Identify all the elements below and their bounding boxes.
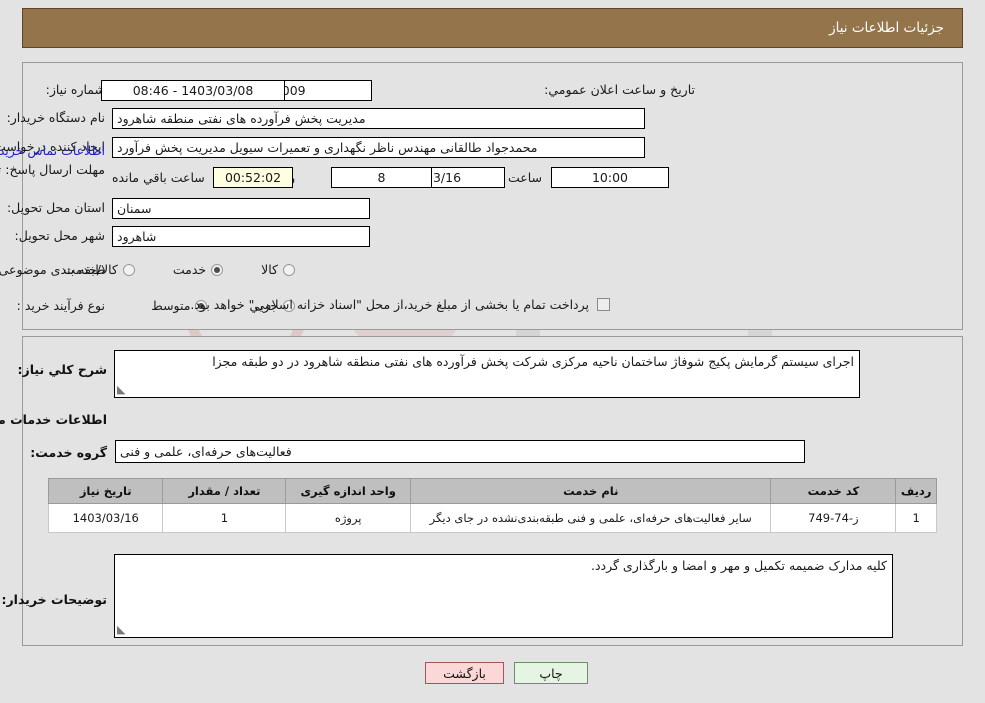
cell-date: 1403/03/16 [47, 503, 164, 533]
city-value: شاهرود [112, 226, 370, 247]
buyer-notes-value: کلیه مدارک ضمیمه تکمیل و مهر و امضا و با… [590, 558, 887, 573]
col-name: نام خدمت [410, 478, 772, 504]
process-row: نوع فرآیند خرید : [17, 298, 105, 313]
buyer-org-label: نام دستگاه خریدار: [6, 110, 105, 125]
province-value: سمنان [112, 198, 370, 219]
col-qty: تعداد / مقدار [162, 478, 287, 504]
description-value: اجرای سیستم گرمایش پکیج شوفاژ ساختمان نا… [212, 354, 854, 369]
province-label: استان محل تحویل: [6, 200, 105, 215]
buyer-notes-textarea[interactable]: کلیه مدارک ضمیمه تکمیل و مهر و امضا و با… [114, 554, 893, 638]
cell-radif: 1 [895, 503, 937, 533]
need-info-panel [22, 62, 963, 330]
col-unit: واحد اندازه گیری [285, 478, 412, 504]
treasury-checkbox-label: پرداخت تمام یا بخشی از مبلغ خرید،از محل … [190, 297, 589, 312]
col-code: کد خدمت [770, 478, 897, 504]
public-announce-label: تاریخ و ساعت اعلان عمومي: [544, 82, 695, 97]
buyer-org-value: مدیریت پخش فرآورده های نفتی منطقه شاهرود [112, 108, 645, 129]
treasury-checkbox[interactable] [597, 298, 610, 311]
col-radif: ردیف [895, 478, 937, 504]
deadline-hour-label: ساعت [507, 170, 542, 185]
description-textarea[interactable]: اجرای سیستم گرمایش پکیج شوفاژ ساختمان نا… [114, 350, 860, 398]
public-announce-row: تاریخ و ساعت اعلان عمومي: [544, 82, 695, 97]
process-option-label-1: متوسط [151, 298, 191, 313]
page-title: جزئیات اطلاعات نیاز [829, 20, 944, 36]
remaining-suffix-label: ساعت باقي مانده [112, 170, 205, 185]
public-announce-value: 1403/03/08 - 08:46 [101, 80, 285, 101]
services-table: ردیف کد خدمت نام خدمت واحد اندازه گیری ت… [47, 478, 937, 533]
remaining-days-value: 8 [331, 167, 432, 188]
services-section-heading: اطلاعات خدمات مورد نیاز [0, 412, 107, 427]
cell-name: سایر فعالیت‌های حرفه‌ای، علمی و فنی طبقه… [410, 503, 772, 533]
service-group-value: فعالیت‌های حرفه‌ای، علمی و فنی [115, 440, 805, 463]
category-option-label-0: کالا [261, 262, 278, 277]
description-label: شرح کلي نیاز: [17, 362, 107, 377]
treasury-checkbox-group[interactable]: پرداخت تمام یا بخشی از مبلغ خرید،از محل … [190, 297, 610, 312]
deadline-hour-value: 10:00 [551, 167, 669, 188]
deadline-label-block: مهلت ارسال پاسخ: تا تاریخ: [0, 162, 105, 177]
notes-resize-handle-icon[interactable]: ◢ [117, 623, 129, 636]
back-button[interactable]: بازگشت [425, 662, 504, 684]
resize-handle-icon[interactable]: ◢ [117, 383, 129, 396]
city-row: شهر محل تحویل: [15, 228, 105, 243]
cell-code: ز-74-749 [770, 503, 897, 533]
print-button[interactable]: چاپ [514, 662, 588, 684]
city-label: شهر محل تحویل: [14, 228, 105, 243]
buyer-org-row: نام دستگاه خریدار: [7, 110, 105, 125]
need-number-label: شماره نیاز: [45, 82, 105, 97]
col-date: تاریخ نیاز [47, 478, 164, 504]
category-option-label-1: خدمت [172, 262, 207, 277]
service-group-label: گروه خدمت: [30, 445, 107, 460]
process-label: نوع فرآیند خرید : [16, 298, 105, 313]
category-radio-kala-khedmat[interactable]: کالا/خدمت [63, 262, 135, 277]
radio-indicator-khedmat[interactable] [211, 263, 224, 276]
deadline-label: مهلت ارسال پاسخ: تا تاریخ: [0, 162, 105, 177]
radio-indicator-kala[interactable] [283, 263, 295, 276]
buyer-contact-link[interactable]: اطلاعات تماس خریدار [0, 143, 105, 158]
page-title-bar: جزئیات اطلاعات نیاز [22, 8, 963, 48]
buyer-notes-label: توضیحات خریدار: [1, 592, 107, 607]
need-number-row: شماره نیاز: [46, 82, 105, 97]
category-radio-khedmat[interactable]: خدمت [172, 262, 224, 277]
category-option-label-2: کالا/خدمت [63, 262, 118, 277]
table-row: 1 ز-74-749 سایر فعالیت‌های حرفه‌ای، علمی… [47, 503, 937, 533]
page-root: AriaTender.net جزئیات اطلاعات نیاز شماره… [0, 0, 985, 703]
province-row: استان محل تحویل: [7, 200, 105, 215]
cell-qty: 1 [162, 503, 287, 533]
remaining-countdown: 00:52:02 [213, 167, 293, 188]
cell-unit: پروژه [285, 503, 412, 533]
radio-indicator-kala-khedmat[interactable] [122, 263, 135, 276]
category-radio-kala[interactable]: کالا [261, 262, 295, 277]
requester-value: محمدجواد طالقانی مهندس ناظر نگهداری و تع… [112, 137, 645, 158]
table-header-row: ردیف کد خدمت نام خدمت واحد اندازه گیری ت… [47, 478, 937, 504]
